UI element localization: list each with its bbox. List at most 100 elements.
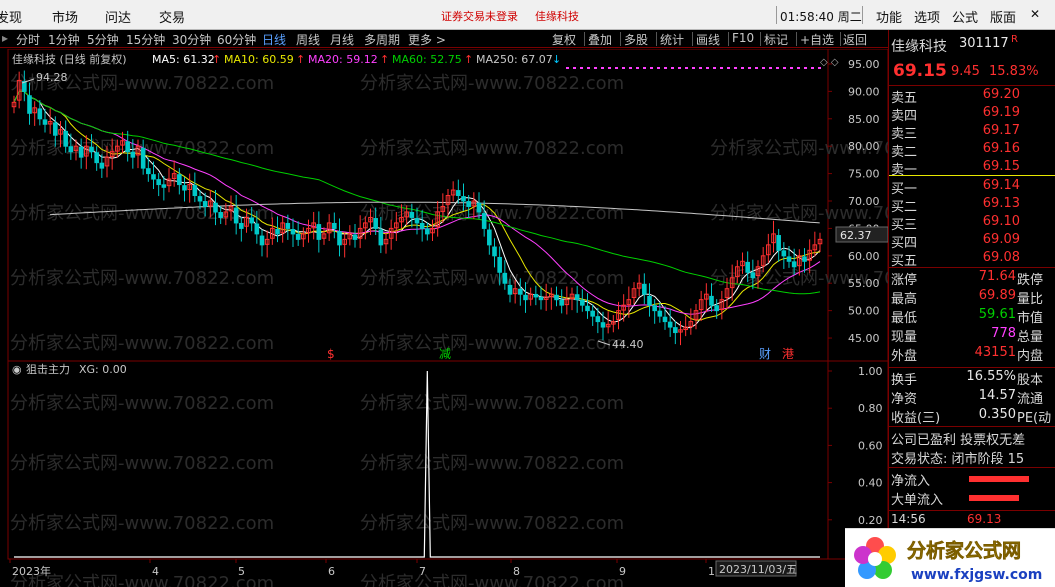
company-row: 公司已盈利 投票权无差 — [889, 429, 1055, 448]
status-stock-name: 佳缘科技 — [535, 10, 579, 23]
tool-multi-stock[interactable]: 多股 — [624, 31, 648, 48]
tab-period-1m[interactable]: 1分钟 — [48, 31, 80, 48]
candle-body — [497, 256, 502, 273]
candle-body — [574, 294, 580, 301]
stats-list: 涨停 71.64 跌停 最高 69.89 量比 最低 59.61 市值 现量 778 总量 外盘 4315… — [889, 269, 1055, 365]
menu-function[interactable]: 功能 — [876, 7, 902, 26]
candle-body — [182, 185, 187, 191]
tab-period-5m[interactable]: 5分钟 — [87, 31, 119, 48]
sub-indicator-value: XG: 0.00 — [79, 363, 127, 376]
candle-body — [476, 202, 482, 213]
stat-row-label2: 量比 — [1017, 292, 1044, 307]
stock-code: 301117 — [959, 36, 1009, 51]
ask-row-label: 卖二 — [891, 145, 918, 160]
tool-add-watchlist[interactable]: +自选 — [800, 31, 834, 48]
menu-wenda[interactable]: 问达 — [105, 7, 131, 26]
ma-legend-dot — [720, 67, 723, 69]
tool-f10[interactable]: F10 — [732, 31, 754, 45]
event-marker-dividend[interactable]: $ — [327, 347, 335, 361]
tool-back[interactable]: 返回 — [843, 31, 867, 48]
event-marker-hk[interactable]: 港 — [782, 347, 794, 361]
menu-trade[interactable]: 交易 — [159, 7, 185, 26]
candle-body — [295, 233, 301, 240]
candle-body — [600, 322, 606, 328]
watermark-logo: 分析家公式网 www.fxjgsw.com — [845, 528, 1055, 587]
tool-draw[interactable]: 画线 — [696, 31, 720, 48]
candle-body — [202, 201, 208, 207]
kline-chart[interactable]: 分析家公式网-www.70822.com 分析家公式网-www.70822.com… — [0, 48, 974, 587]
bid-row-value: 69.09 — [982, 232, 1020, 247]
menu-discover[interactable]: 发现 — [0, 7, 22, 26]
menu-options[interactable]: 选项 — [914, 7, 940, 26]
price-tick-label: 80.00 — [848, 140, 880, 153]
tab-period-daily[interactable]: 日线 — [262, 31, 286, 48]
tab-period-monthly[interactable]: 月线 — [330, 31, 354, 48]
tool-mark[interactable]: 标记 — [764, 31, 788, 48]
fund-row-label: 净资 — [891, 392, 918, 407]
tool-overlay[interactable]: 叠加 — [588, 31, 612, 48]
watermark-text: 分析家公式网-www.70822.com — [360, 453, 624, 474]
tab-period-more[interactable]: 更多 > — [408, 31, 446, 48]
tab-period-30m[interactable]: 30分钟 — [172, 31, 211, 48]
ma-legend-dot — [685, 67, 688, 69]
ma-settings-icon[interactable]: ◇ ◇ — [820, 57, 839, 68]
tab-period-weekly[interactable]: 周线 — [296, 31, 320, 48]
menu-formula[interactable]: 公式 — [952, 7, 978, 26]
tab-period-15m[interactable]: 15分钟 — [126, 31, 165, 48]
kline-chart-area[interactable]: 分析家公式网-www.70822.com 分析家公式网-www.70822.com… — [0, 48, 974, 587]
candle-body — [53, 122, 58, 136]
ma-legend-dot — [608, 67, 611, 69]
menu-layout[interactable]: 版面 — [990, 7, 1016, 26]
candle-body — [378, 229, 384, 246]
candle-body — [419, 222, 425, 229]
menu-market[interactable]: 市场 — [52, 7, 78, 26]
quote-panel: 佳缘科技 301117 R 69.15 9.45 15.83% 卖五 69.20 卖… — [888, 30, 1055, 587]
menu-toggle-icon[interactable]: ▸ — [2, 31, 8, 45]
tool-stats[interactable]: 统计 — [660, 31, 684, 48]
ma-legend-dot — [643, 67, 646, 69]
watermark-text: 分析家公式网-www.70822.com — [360, 268, 624, 289]
candle-body — [197, 196, 203, 202]
divider — [889, 467, 1055, 468]
tool-fuquan[interactable]: 复权 — [552, 31, 576, 48]
candle-body — [585, 305, 590, 312]
event-marker-reduce[interactable]: 减 — [439, 347, 451, 361]
ask-row-label: 卖四 — [891, 109, 918, 124]
ma-legend: MA5: 61.32↑ MA10: 60.59 ↑ MA20: 59.12 ↑ MA60:… — [152, 53, 561, 66]
tab-period-multi[interactable]: 多周期 — [364, 31, 400, 48]
event-marker-finance[interactable]: 财 — [759, 347, 771, 361]
price-change: 9.45 — [951, 64, 980, 79]
price-tick-label: 60.00 — [848, 250, 880, 263]
sub-tick-label: 0.80 — [858, 402, 883, 415]
candle-body — [673, 327, 678, 334]
tool-divider — [656, 32, 657, 46]
candle-body — [657, 310, 663, 317]
tab-period-fenshi[interactable]: 分时 — [16, 31, 40, 48]
tab-period-60m[interactable]: 60分钟 — [217, 31, 256, 48]
candle-body — [249, 217, 254, 224]
candle-body — [667, 321, 673, 328]
time-tick-label: 1 — [708, 565, 715, 578]
candle-body — [466, 201, 471, 207]
close-icon[interactable]: ✕ — [1030, 7, 1040, 21]
tick-price: 69.13 — [967, 512, 1002, 526]
sub-indicator-toggle-icon[interactable]: ◉ — [12, 363, 22, 376]
time-tick-label: 2023年 — [12, 564, 51, 578]
ma-legend-dot — [594, 67, 597, 69]
candle-body — [275, 229, 280, 235]
ma-legend-item: MA10: 60.59 — [224, 53, 294, 66]
ma-legend-dot — [769, 67, 772, 69]
candle-body — [218, 212, 223, 218]
candle-body — [781, 250, 787, 257]
candle-body — [709, 295, 714, 306]
candle-body — [662, 316, 668, 323]
ask-row-value: 69.15 — [982, 159, 1020, 174]
login-status[interactable]: 证券交易未登录 — [441, 8, 518, 24]
candle-body — [791, 261, 797, 268]
bid-row-value: 69.10 — [982, 214, 1020, 229]
candle-body — [590, 310, 595, 317]
stat-row: 最低 59.61 市值 — [889, 307, 1055, 326]
candle-body — [285, 222, 291, 229]
sub-tick-label: 0.40 — [858, 477, 883, 490]
ask-row: 卖二 69.16 — [889, 141, 1055, 160]
